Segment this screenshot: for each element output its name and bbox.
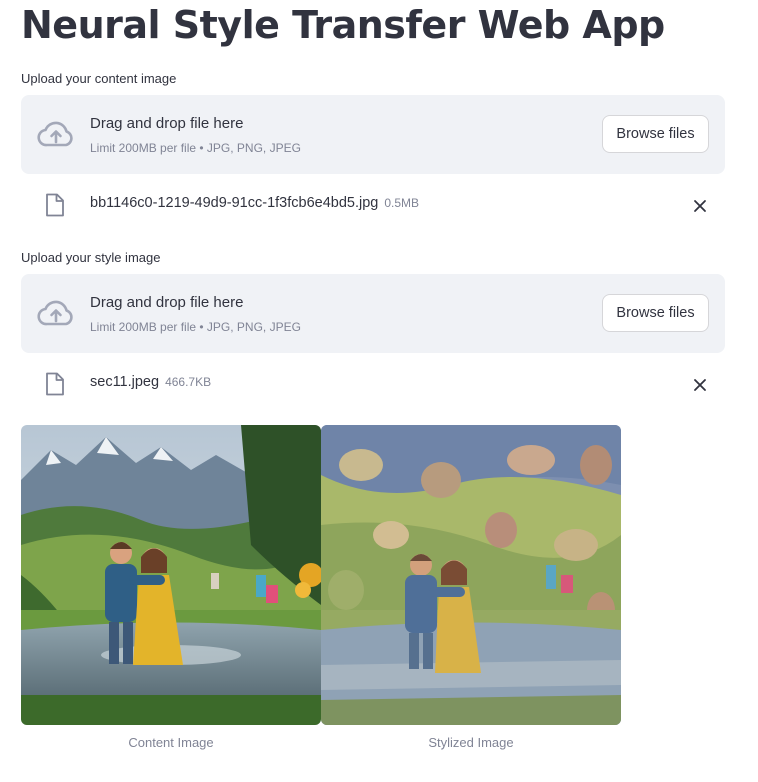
content-file-size: 0.5MB xyxy=(384,196,420,210)
style-file-name: sec11.jpeg xyxy=(90,374,160,390)
file-icon xyxy=(46,193,64,217)
content-image-scene xyxy=(21,425,321,725)
style-file-size: 466.7KB xyxy=(165,375,212,389)
content-file-limit: Limit 200MB per file • JPG, PNG, JPEG xyxy=(90,141,301,155)
close-icon xyxy=(694,379,706,391)
cloud-upload-icon xyxy=(37,121,73,147)
stylized-image-scene xyxy=(321,425,621,725)
content-uploaded-file: bb1146c0-1219-49d9-91cc-1f3fcb6e4bd5.jpg… xyxy=(21,191,725,221)
content-image xyxy=(21,425,321,725)
stylized-image xyxy=(321,425,621,725)
content-image-caption: Content Image xyxy=(128,735,214,750)
close-icon xyxy=(694,200,706,212)
content-remove-file-button[interactable] xyxy=(689,195,711,217)
style-dropzone[interactable]: Drag and drop file here Limit 200MB per … xyxy=(21,274,725,353)
style-upload-label: Upload your style image xyxy=(21,250,161,265)
cloud-upload-icon xyxy=(37,300,73,326)
stylized-image-caption: Stylized Image xyxy=(428,735,514,750)
file-icon xyxy=(46,372,64,396)
content-file-name: bb1146c0-1219-49d9-91cc-1f3fcb6e4bd5.jpg xyxy=(90,195,379,211)
content-upload-label: Upload your content image xyxy=(21,71,177,86)
content-drop-instructions: Drag and drop file here xyxy=(90,115,244,132)
style-drop-instructions: Drag and drop file here xyxy=(90,294,244,311)
style-uploaded-file: sec11.jpeg 466.7KB xyxy=(21,370,725,400)
style-browse-files-button[interactable]: Browse files xyxy=(602,294,709,332)
page-title: Neural Style Transfer Web App xyxy=(21,3,665,47)
style-file-limit: Limit 200MB per file • JPG, PNG, JPEG xyxy=(90,320,301,334)
style-remove-file-button[interactable] xyxy=(689,374,711,396)
content-browse-files-button[interactable]: Browse files xyxy=(602,115,709,153)
style-file-name-wrap: sec11.jpeg 466.7KB xyxy=(90,374,211,390)
content-dropzone[interactable]: Drag and drop file here Limit 200MB per … xyxy=(21,95,725,174)
content-file-name-wrap: bb1146c0-1219-49d9-91cc-1f3fcb6e4bd5.jpg… xyxy=(90,195,419,211)
